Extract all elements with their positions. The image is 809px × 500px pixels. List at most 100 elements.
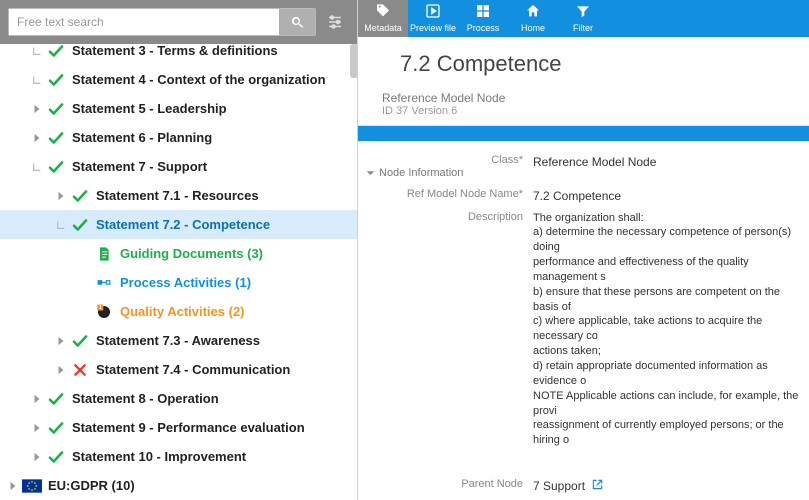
search-icon (290, 15, 305, 30)
tab-label: Home (521, 23, 545, 33)
check-green-icon (70, 186, 90, 206)
tree-row[interactable]: Statement 7.2 - Competence (0, 210, 357, 239)
tree-corner-icon (54, 218, 68, 232)
check-green-icon (70, 215, 90, 235)
cog-orange-icon: 1 (94, 302, 114, 322)
search-input[interactable] (9, 9, 279, 35)
prop-value-description: The organization shall:a) determine the … (533, 211, 809, 449)
tab-preview-file[interactable]: Preview file (408, 0, 458, 37)
tree-row[interactable]: Statement 7.3 - Awareness (0, 326, 357, 355)
prop-label-name: Ref Model Node Name* (358, 188, 533, 204)
tag-icon (375, 3, 391, 21)
doc-green-icon (94, 244, 114, 264)
tab-label: Filter (573, 23, 593, 33)
check-green-icon (46, 44, 66, 61)
tree-panel: Statement 3 - Terms & definitions Stateme… (0, 0, 358, 500)
tree-row[interactable]: Statement 10 - Improvement (0, 442, 357, 471)
prop-value-name: 7.2 Competence (533, 188, 809, 204)
tab-filter[interactable]: Filter (558, 0, 608, 37)
chevron-right-icon[interactable] (30, 102, 44, 116)
chevron-right-icon[interactable] (54, 363, 68, 377)
tree-row[interactable]: Statement 5 - Leadership (0, 94, 357, 123)
tree-label: Statement 10 - Improvement (72, 449, 246, 464)
search-filter-button[interactable] (321, 8, 349, 36)
grid-icon (475, 3, 491, 21)
check-green-icon (46, 70, 66, 90)
blue-divider (358, 126, 809, 142)
tab-home[interactable]: Home (508, 0, 558, 37)
chevron-right-icon[interactable] (30, 421, 44, 435)
prop-value-class: Reference Model Node (533, 154, 809, 170)
tree[interactable]: Statement 3 - Terms & definitions Stateme… (0, 44, 357, 500)
tree-corner-icon (30, 160, 44, 174)
scrollbar-handle[interactable] (350, 44, 357, 78)
tab-process[interactable]: Process (458, 0, 508, 37)
tree-row[interactable]: Statement 6 - Planning (0, 123, 357, 152)
tree-label: Statement 3 - Terms & definitions (72, 44, 278, 58)
tab-bar: Metadata Preview file Process Home Filter (358, 0, 809, 37)
filter-icon (575, 3, 591, 21)
tree-label: Statement 8 - Operation (72, 391, 219, 406)
tree-label: EU:GDPR (10) (48, 478, 135, 493)
tree-row[interactable]: Statement 8 - Operation (0, 384, 357, 413)
eu-flag-icon (22, 476, 42, 496)
chevron-right-icon[interactable] (30, 131, 44, 145)
search-box (8, 8, 316, 36)
prop-value-parent: 7 Support (533, 478, 809, 494)
detail-header: 7.2 Competence Reference Model Node ID 3… (358, 37, 809, 126)
tab-label: Metadata (364, 23, 402, 33)
chevron-down-icon (366, 169, 375, 178)
check-green-icon (46, 389, 66, 409)
tree-label: Statement 5 - Leadership (72, 101, 227, 116)
tree-row[interactable]: Statement 9 - Performance evaluation (0, 413, 357, 442)
chevron-right-icon[interactable] (54, 334, 68, 348)
page-title: 7.2 Competence (400, 51, 785, 77)
tree-corner-icon (30, 73, 44, 87)
tree-row[interactable]: Statement 3 - Terms & definitions (0, 44, 357, 65)
home-icon (525, 3, 541, 21)
tree-row[interactable]: Statement 7 - Support (0, 152, 357, 181)
prop-label-parent: Parent Node (358, 478, 533, 494)
tab-label: Preview file (410, 23, 456, 33)
search-button[interactable] (279, 9, 315, 35)
check-green-icon (46, 418, 66, 438)
chevron-right-icon[interactable] (6, 479, 20, 493)
tree-label: Process Activities (1) (120, 275, 251, 290)
tree-label: Statement 4 - Context of the organizatio… (72, 72, 326, 87)
header-id-version: ID 37 Version 6 (382, 105, 785, 117)
tree-label: Statement 7.3 - Awareness (96, 333, 260, 348)
search-bar (0, 0, 357, 44)
tree-row[interactable]: Guiding Documents (3) (0, 239, 357, 268)
svg-text:1: 1 (99, 305, 102, 311)
tree-row[interactable]: 1 Quality Activities (2) (0, 297, 357, 326)
sliders-icon (326, 13, 344, 31)
tree-label: Statement 9 - Performance evaluation (72, 420, 305, 435)
flow-blue-icon (94, 273, 114, 293)
tree-row[interactable]: EU:GDPR (10) (0, 471, 357, 500)
external-link-icon[interactable] (592, 479, 603, 493)
tree-label: Statement 7.1 - Resources (96, 188, 259, 203)
chevron-right-icon[interactable] (30, 392, 44, 406)
check-green-icon (46, 447, 66, 467)
check-green-icon (46, 99, 66, 119)
tab-metadata[interactable]: Metadata (358, 0, 408, 37)
chevron-right-icon[interactable] (30, 450, 44, 464)
properties: Class* Reference Model Node Node Informa… (358, 141, 809, 500)
check-green-icon (46, 157, 66, 177)
chevron-right-icon[interactable] (54, 189, 68, 203)
section-node-information[interactable]: Node Information (366, 167, 463, 179)
x-red-icon (70, 360, 90, 380)
tree-row[interactable]: Statement 7.4 - Communication (0, 355, 357, 384)
tree-label: Statement 7.2 - Competence (96, 217, 270, 232)
tree-row[interactable]: Statement 4 - Context of the organizatio… (0, 65, 357, 94)
tree-label: Statement 6 - Planning (72, 130, 212, 145)
tree-corner-icon (30, 44, 44, 58)
detail-panel: Metadata Preview file Process Home Filter 7.… (358, 0, 809, 500)
tab-label: Process (467, 23, 500, 33)
play-icon (425, 3, 441, 21)
check-green-icon (70, 331, 90, 351)
tree-row[interactable]: Process Activities (1) (0, 268, 357, 297)
tree-label: Quality Activities (2) (120, 304, 245, 319)
tree-row[interactable]: Statement 7.1 - Resources (0, 181, 357, 210)
section-label: Node Information (379, 167, 463, 179)
